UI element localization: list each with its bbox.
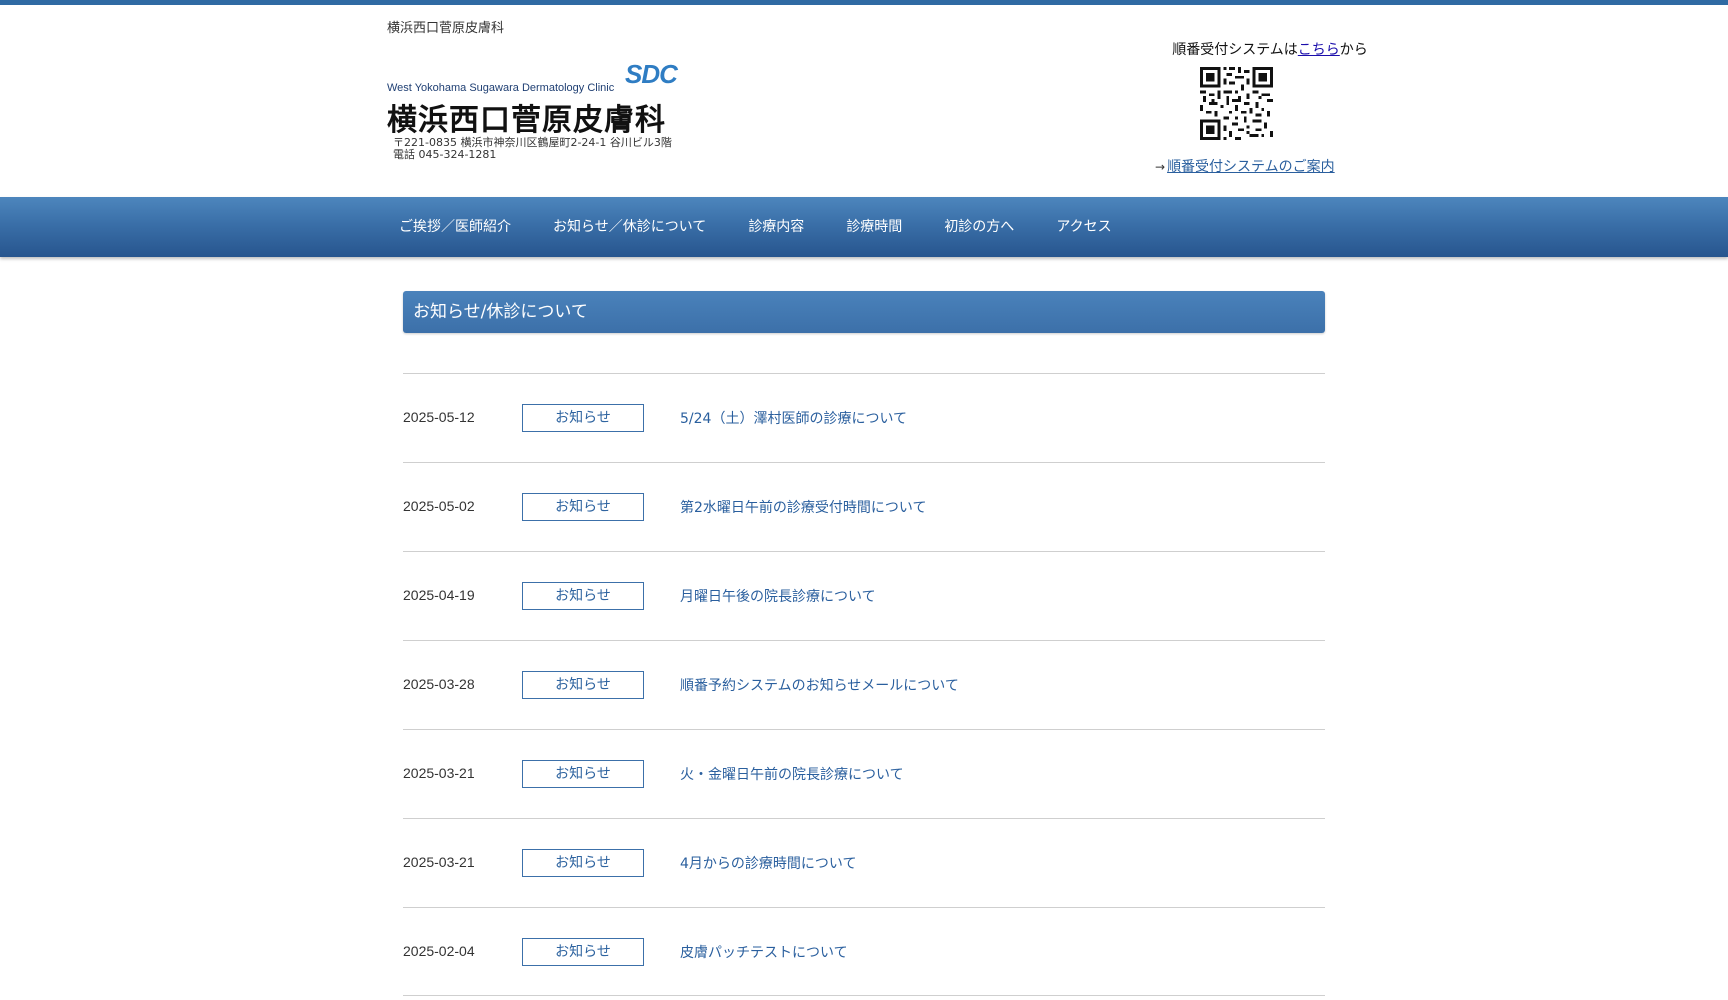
news-item: 2025-03-21 お知らせ 4月からの診療時間について [403,818,1325,907]
news-title-link[interactable]: 火・金曜日午前の院長診療について [680,764,904,784]
news-item: 2025-03-28 お知らせ 順番予約システムのお知らせメールについて [403,640,1325,729]
logo-address-block: 〒221-0835 横浜市神奈川区鶴屋町2-24-1 谷川ビル3階 電話 045… [393,137,672,161]
news-category-badge: お知らせ [522,582,644,610]
nav-item-greeting[interactable]: ご挨拶／医師紹介 [377,197,532,257]
news-date: 2025-05-02 [403,498,475,514]
news-date: 2025-03-28 [403,676,475,692]
nav-item-first-visit[interactable]: 初診の方へ [923,197,1035,257]
logo-mark: SDC [625,59,678,89]
reception-info: 順番受付システムはこちらから [1150,39,1390,59]
news-date: 2025-04-19 [403,587,475,603]
reception-guide: → 順番受付システムのご案内 [1155,156,1335,176]
main-nav: ご挨拶／医師紹介 お知らせ／休診について 診療内容 診療時間 初診の方へ アクセ… [0,197,1728,257]
news-item: 2025-04-19 お知らせ 月曜日午後の院長診療について [403,551,1325,640]
news-date: 2025-02-04 [403,943,475,959]
clinic-logo[interactable]: SDC West Yokohama Sugawara Dermatology C… [387,59,687,168]
reception-prefix: 順番受付システムは [1172,42,1298,58]
arrow-right-icon: → [1155,160,1166,174]
news-date: 2025-03-21 [403,765,475,781]
news-title-link[interactable]: 第2水曜日午前の診療受付時間について [680,497,927,517]
news-title-link[interactable]: 5/24（土）澤村医師の診療について [680,408,907,428]
header: 横浜西口菅原皮膚科 SDC West Yokohama Sugawara Der… [0,5,1728,197]
news-title-link[interactable]: 月曜日午後の院長診療について [680,586,876,606]
news-date: 2025-03-21 [403,854,475,870]
news-item: 2025-05-12 お知らせ 5/24（土）澤村医師の診療について [403,373,1325,462]
nav-item-news[interactable]: お知らせ／休診について [532,197,727,257]
nav-item-treatments[interactable]: 診療内容 [727,197,825,257]
news-title-link[interactable]: 順番予約システムのお知らせメールについて [680,675,959,695]
news-category-badge: お知らせ [522,938,644,966]
page-title: お知らせ/休診について [403,291,1325,333]
clinic-phone: 電話 045-324-1281 [393,148,497,161]
news-item: 2025-03-21 お知らせ 火・金曜日午前の院長診療について [403,729,1325,818]
logo-english-name: West Yokohama Sugawara Dermatology Clini… [387,82,615,94]
news-title-link[interactable]: 4月からの診療時間について [680,853,857,873]
news-item: 2025-02-04 お知らせ 皮膚パッチテストについて [403,907,1325,996]
qr-code-icon [1200,67,1273,140]
nav-item-hours[interactable]: 診療時間 [825,197,923,257]
news-item: 2025-05-02 お知らせ 第2水曜日午前の診療受付時間について [403,462,1325,551]
news-category-badge: お知らせ [522,493,644,521]
news-date: 2025-05-12 [403,409,475,425]
logo-japanese-name: 横浜西口菅原皮膚科 [387,103,666,138]
nav-item-access[interactable]: アクセス [1035,197,1132,257]
news-category-badge: お知らせ [522,849,644,877]
news-category-badge: お知らせ [522,404,644,432]
reception-link[interactable]: こちら [1298,42,1340,58]
nav-items: ご挨拶／医師紹介 お知らせ／休診について 診療内容 診療時間 初診の方へ アクセ… [377,197,1133,257]
news-title-link[interactable]: 皮膚パッチテストについて [680,942,848,962]
reception-suffix: から [1339,42,1368,58]
news-list: 2025-05-12 お知らせ 5/24（土）澤村医師の診療について 2025-… [403,373,1325,996]
news-category-badge: お知らせ [522,760,644,788]
reception-guide-link[interactable]: 順番受付システムのご案内 [1167,159,1335,175]
site-name: 横浜西口菅原皮膚科 [387,21,505,36]
news-category-badge: お知らせ [522,671,644,699]
